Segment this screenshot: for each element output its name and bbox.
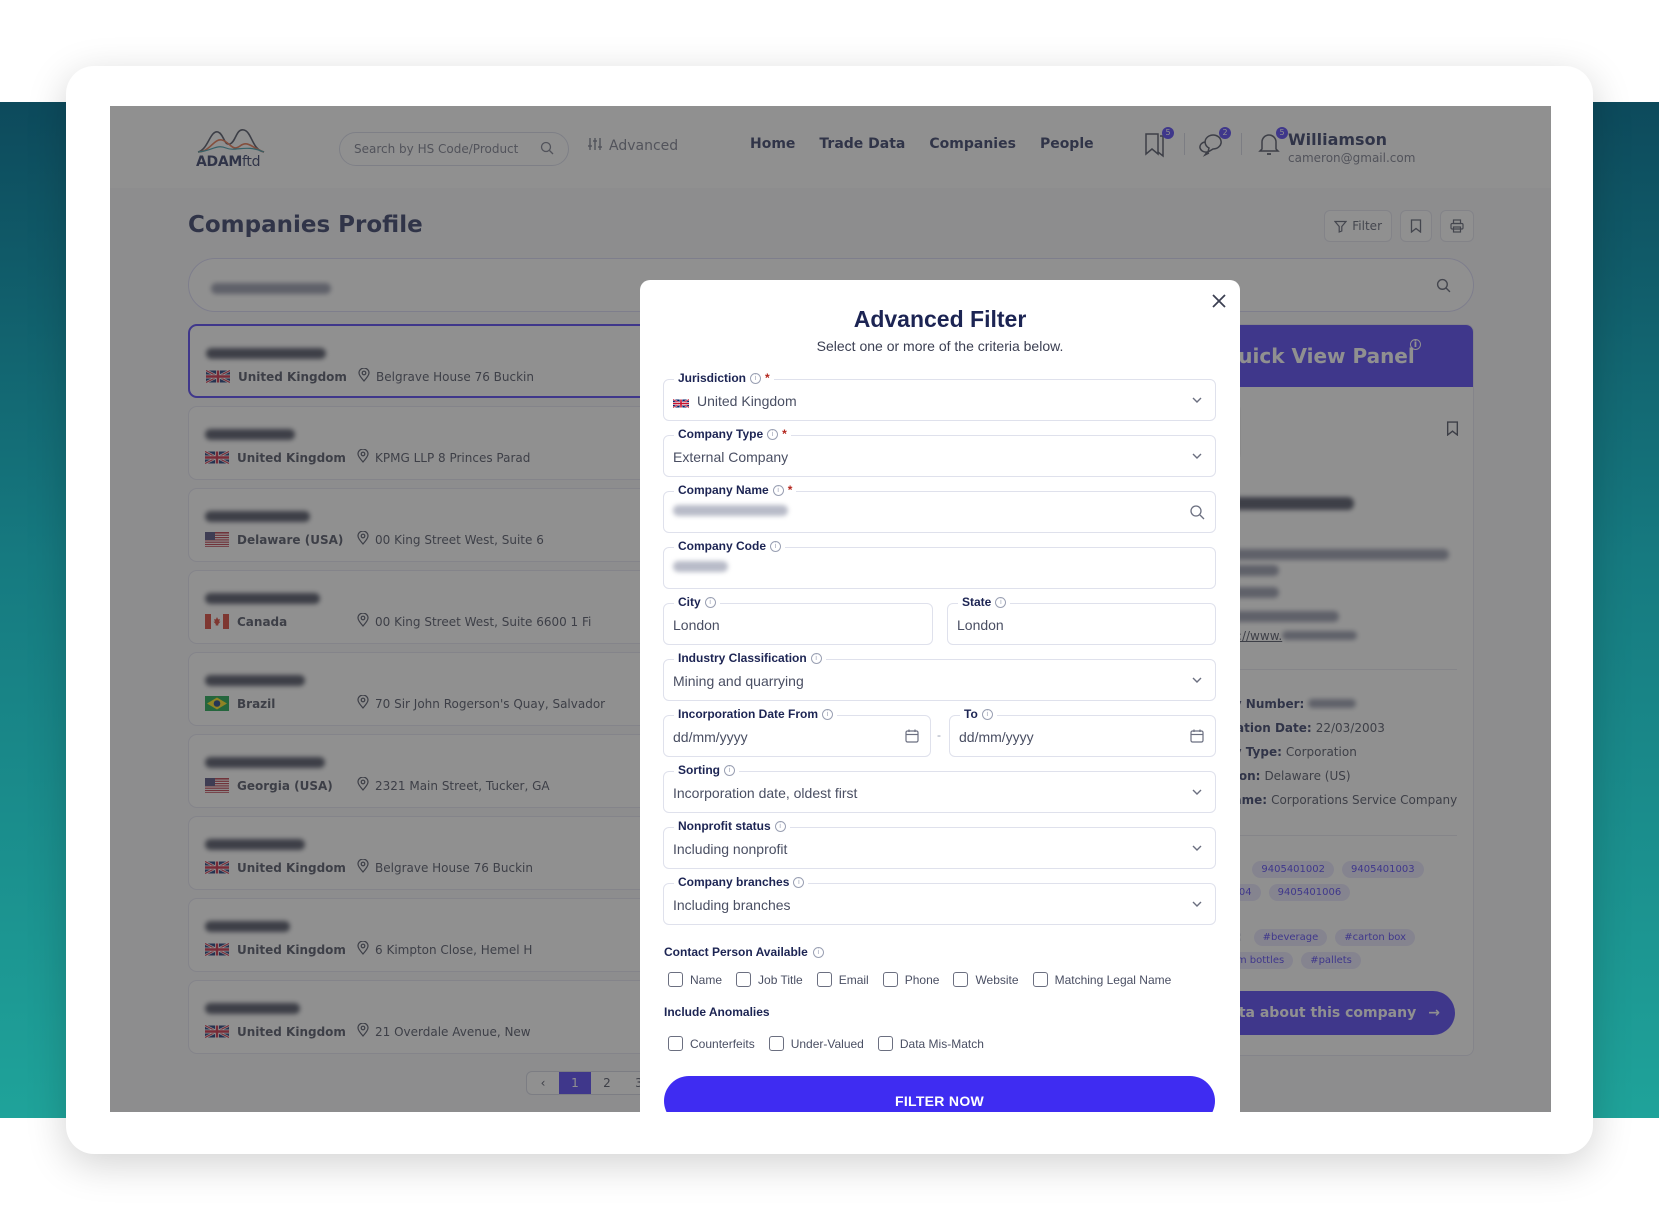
sorting-label: Sorting i	[674, 763, 739, 777]
checkbox-label: Phone	[904, 972, 940, 987]
nonprofit-label: Nonprofit status i	[674, 819, 790, 833]
info-icon[interactable]: i	[810, 652, 822, 664]
date-to-label: To i	[960, 707, 997, 721]
info-icon[interactable]: i	[704, 596, 716, 608]
sorting-value: Incorporation date, oldest first	[673, 785, 858, 801]
checkbox-icon[interactable]	[1032, 972, 1048, 987]
checkbox-icon[interactable]	[736, 972, 752, 987]
info-icon[interactable]: i	[750, 372, 762, 384]
modal-title: Advanced Filter	[853, 306, 1027, 332]
checkbox-label: Under-Valued	[790, 1036, 864, 1051]
app-window: ADAMftd Search by HS Code/Product Advanc…	[110, 106, 1551, 1112]
checkbox-icon[interactable]	[877, 1036, 893, 1051]
info-icon[interactable]: i	[724, 764, 735, 776]
company-code-label: Company Code i	[674, 539, 786, 553]
checkbox-label: Data Mis-Match	[899, 1036, 984, 1051]
info-icon[interactable]: i	[822, 708, 834, 720]
search-icon[interactable]	[1189, 504, 1205, 520]
checkbox-website[interactable]: Website	[953, 972, 1019, 987]
calendar-icon[interactable]	[1189, 728, 1205, 744]
info-icon[interactable]: i	[774, 820, 786, 832]
jurisdiction-label: Jurisdiction i *	[674, 371, 774, 385]
sorting-select[interactable]: Sorting i Incorporation date, oldest firs…	[663, 763, 1216, 813]
checkbox-icon[interactable]	[668, 1036, 683, 1051]
nonprofit-value: Including nonprofit	[673, 841, 788, 857]
company-type-label: Company Type i *	[674, 427, 791, 441]
company-type-value: External Company	[673, 449, 789, 465]
info-icon[interactable]: i	[995, 596, 1007, 608]
checkbox-job-title[interactable]: Job Title	[736, 972, 803, 987]
info-icon[interactable]: i	[981, 708, 993, 720]
anomaly-options: Counterfeits Under-Valued Data Mis-Match	[668, 1036, 984, 1051]
contact-person-options: Name Job Title Email Phone Website Matching L…	[668, 972, 1171, 987]
date-to-placeholder: dd/mm/yyyy	[959, 729, 1034, 745]
checkbox-icon[interactable]	[882, 972, 898, 987]
info-icon[interactable]: i	[772, 484, 784, 496]
jurisdiction-select[interactable]: Jurisdiction i * United Kingdom	[663, 371, 1216, 421]
checkbox-label: Counterfeits	[690, 1036, 755, 1051]
date-to-input[interactable]: To i dd/mm/yyyy	[949, 707, 1216, 757]
uk-flag-icon	[672, 396, 690, 408]
modal-subtitle: Select one or more of the criteria below…	[816, 338, 1064, 354]
state-input[interactable]: State i London	[947, 595, 1216, 645]
checkbox-name[interactable]: Name	[668, 972, 722, 987]
chevron-down-icon	[1192, 789, 1202, 795]
chevron-down-icon	[1192, 397, 1202, 403]
state-label: State i	[958, 595, 1011, 609]
industry-classification-select[interactable]: Industry Classification i Mining and quar…	[663, 651, 1216, 701]
company-name-label: Company Name i *	[674, 483, 797, 497]
industry-value: Mining and quarrying	[673, 673, 804, 689]
company-code-value	[673, 561, 728, 572]
include-anomalies-label: Include Anomalies	[664, 1005, 770, 1019]
branches-label: Company branches i	[674, 875, 809, 889]
checkbox-under-valued[interactable]: Under-Valued	[768, 1036, 864, 1051]
checkbox-icon[interactable]	[816, 972, 832, 987]
industry-label: Industry Classification i	[674, 651, 826, 665]
checkbox-label: Email	[838, 972, 869, 987]
checkbox-label: Job Title	[758, 972, 803, 987]
info-icon[interactable]: i	[812, 946, 824, 958]
info-icon[interactable]: i	[770, 540, 782, 552]
chevron-down-icon	[1192, 901, 1202, 907]
chevron-down-icon	[1192, 677, 1202, 683]
city-label: City i	[674, 595, 720, 609]
chevron-down-icon	[1192, 453, 1202, 459]
date-from-label: Incorporation Date From i	[674, 707, 838, 721]
checkbox-matching-legal-name[interactable]: Matching Legal Name	[1032, 972, 1172, 987]
checkbox-phone[interactable]: Phone	[882, 972, 940, 987]
company-branches-select[interactable]: Company branches i Including branches	[663, 875, 1216, 925]
date-from-placeholder: dd/mm/yyyy	[673, 729, 748, 745]
info-icon[interactable]: i	[793, 876, 805, 888]
advanced-filter-modal: Advanced Filter Select one or more of th…	[640, 280, 1240, 1112]
date-range-separator: -	[937, 728, 941, 742]
checkbox-data-mis-match[interactable]: Data Mis-Match	[877, 1036, 984, 1051]
chevron-down-icon	[1192, 845, 1202, 851]
calendar-icon[interactable]	[904, 728, 920, 744]
filter-now-button[interactable]: FILTER NOW	[664, 1076, 1215, 1112]
checkbox-icon[interactable]	[953, 972, 969, 987]
contact-person-label: Contact Person Available i	[664, 945, 824, 959]
city-value: London	[673, 617, 720, 633]
state-value: London	[957, 617, 1004, 633]
nonprofit-status-select[interactable]: Nonprofit status i Including nonprofit	[663, 819, 1216, 869]
jurisdiction-value: United Kingdom	[697, 393, 797, 409]
checkbox-email[interactable]: Email	[816, 972, 869, 987]
branches-value: Including branches	[673, 897, 791, 913]
checkbox-icon[interactable]	[768, 1036, 784, 1051]
checkbox-label: Name	[690, 972, 723, 987]
info-icon[interactable]: i	[767, 428, 779, 440]
company-name-input[interactable]: Company Name i *	[663, 483, 1216, 533]
city-input[interactable]: City i London	[663, 595, 933, 645]
checkbox-icon[interactable]	[668, 972, 683, 987]
checkbox-label: Website	[975, 972, 1019, 987]
checkbox-label: Matching Legal Name	[1054, 972, 1172, 987]
company-name-value	[673, 505, 788, 516]
date-from-input[interactable]: Incorporation Date From i dd/mm/yyyy	[663, 707, 931, 757]
company-type-select[interactable]: Company Type i * External Company	[663, 427, 1216, 477]
checkbox-counterfeits[interactable]: Counterfeits	[668, 1036, 755, 1051]
company-code-input[interactable]: Company Code i	[663, 539, 1216, 589]
